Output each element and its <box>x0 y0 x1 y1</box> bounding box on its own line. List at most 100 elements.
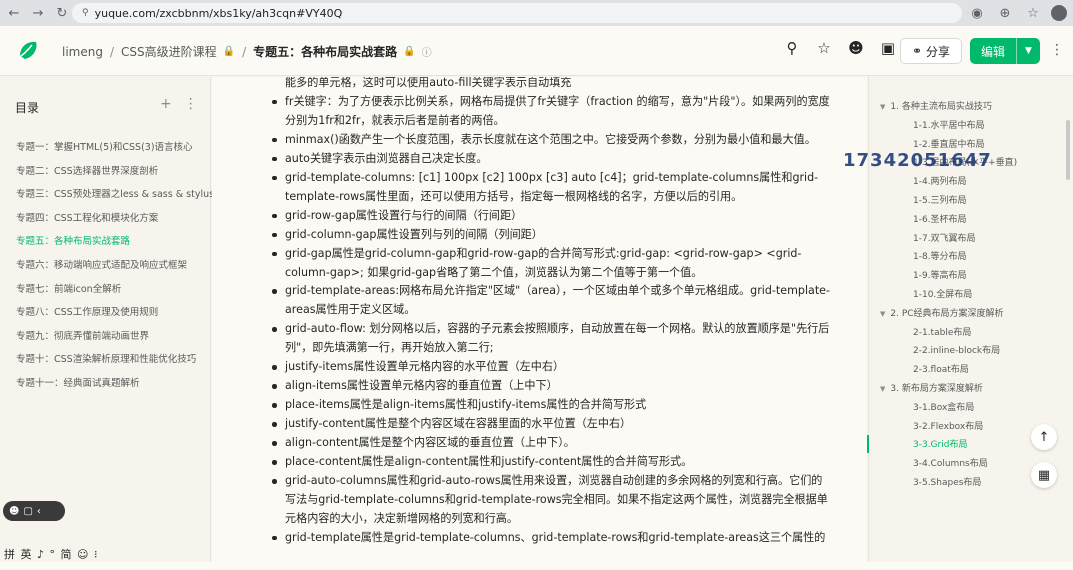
breadcrumb-separator: / <box>109 44 115 59</box>
collapse-chevron-icon[interactable]: ‹ <box>37 506 41 517</box>
toc-item[interactable]: 3-4.Columns布局 <box>880 457 1017 476</box>
list-item: grid-template-areas:网格布局允许指定"区域"（area），一… <box>270 282 830 320</box>
breadcrumb-user[interactable]: limeng <box>62 45 103 59</box>
list-item: grid-template属性是grid-template-columns、gr… <box>270 529 830 548</box>
caret-down-icon[interactable]: ▼ <box>880 310 885 318</box>
star-icon[interactable]: ☆ <box>814 39 834 57</box>
toc-section[interactable]: ▼ 2. PC经典布局方案深度解析 <box>880 307 1017 326</box>
list-item: align-content属性是整个内容区域的垂直位置（上中下）。 <box>270 434 830 453</box>
present-icon[interactable]: ▣ <box>878 39 898 57</box>
bookmark-star-icon[interactable]: ☆ <box>1023 3 1043 23</box>
forward-icon[interactable]: → <box>28 3 48 23</box>
caret-down-icon[interactable]: ▼ <box>880 385 885 393</box>
toc-item[interactable]: 2-2.inline-block布局 <box>880 344 1017 363</box>
sidebar-item-active[interactable]: 专题五：各种布局实战套路 <box>16 233 214 257</box>
sidebar-item[interactable]: 专题八：CSS工作原理及使用规则 <box>16 304 214 328</box>
info-icon[interactable]: ⓘ <box>422 44 432 59</box>
document-content: 能多的单元格，这时可以使用auto-fill关键字表示自动填充 fr关键字：为了… <box>270 77 830 548</box>
zoom-icon[interactable]: ⊕ <box>995 3 1015 23</box>
breadcrumb-current-doc: 专题五：各种布局实战套路 <box>253 45 398 59</box>
toc-item[interactable]: 1-9.等高布局 <box>880 269 1017 288</box>
back-icon[interactable]: ← <box>4 3 24 23</box>
list-item: align-items属性设置单元格内容的垂直位置（上中下） <box>270 377 830 396</box>
toc-item[interactable]: 3-1.Box盒布局 <box>880 401 1017 420</box>
lock-icon: 🔒 <box>403 46 416 57</box>
share-button[interactable]: ⚭ 分享 <box>900 38 962 64</box>
sidebar-list: 专题一：掌握HTML(5)和CSS(3)语言核心 专题二：CSS选择器世界深度剖… <box>16 139 214 399</box>
toc-item-active[interactable]: 3-3.Grid布局 <box>880 438 1017 457</box>
reload-icon[interactable]: ↻ <box>52 3 72 23</box>
sidebar-item[interactable]: 专题四：CSS工程化和模块化方案 <box>16 210 214 234</box>
share-label: 分享 <box>926 44 951 59</box>
sidebar-item[interactable]: 专题九：彻底弄懂前端动画世界 <box>16 328 214 352</box>
sidebar-item[interactable]: 专题六：移动端响应式适配及响应式框架 <box>16 257 214 281</box>
sidebar-item[interactable]: 专题三：CSS预处理器之less & sass & stylus <box>16 186 214 210</box>
collaborator-icon[interactable]: ☻ <box>846 39 866 57</box>
list-item: place-content属性是align-content属性和justify-… <box>270 453 830 472</box>
search-icon[interactable]: ⚲ <box>782 39 802 57</box>
sidebar-item[interactable]: 专题十一：经典面试真题解析 <box>16 375 214 399</box>
list-item: auto关键字表示由浏览器自己决定长度。 <box>270 150 830 169</box>
bottom-strip <box>0 562 1073 570</box>
toc-item[interactable]: 3-5.Shapes布局 <box>880 476 1017 495</box>
url-text: yuque.com/zxcbbnm/xbs1ky/ah3cqn#VY40Q <box>94 6 343 20</box>
edit-button[interactable]: 编辑 ▼ <box>970 38 1040 64</box>
chevron-down-icon[interactable]: ▼ <box>1016 38 1040 64</box>
breadcrumb: limeng / CSS高级进阶课程 🔒 / 专题五：各种布局实战套路 🔒 ⓘ <box>62 43 432 60</box>
toc-item[interactable]: 1-4.两列布局 <box>880 175 1017 194</box>
yuque-logo-icon[interactable] <box>14 36 42 64</box>
sidebar-tools: + ⋮ <box>160 96 198 112</box>
list-item: fr关键字：为了方便表示比例关系，网格布局提供了fr关键字（fraction 的… <box>270 93 830 131</box>
toc-item[interactable]: 1-8.等分布局 <box>880 250 1017 269</box>
app-header: limeng / CSS高级进阶课程 🔒 / 专题五：各种布局实战套路 🔒 ⓘ … <box>0 26 1073 76</box>
toc-active-indicator <box>867 435 869 453</box>
toc-section-label: 3. 新布局方案深度解析 <box>890 383 983 394</box>
sidebar: 目录 + ⋮ 专题一：掌握HTML(5)和CSS(3)语言核心 专题二：CSS选… <box>0 77 214 570</box>
back-to-top-icon[interactable]: ↑ <box>1031 424 1057 450</box>
profile-avatar[interactable] <box>1051 5 1067 21</box>
list-item: minmax()函数产生一个长度范围，表示长度就在这个范围之中。它接受两个参数，… <box>270 131 830 150</box>
emoji-icon[interactable]: ☻ <box>9 506 19 517</box>
toc-item[interactable]: 1-6.圣杯布局 <box>880 213 1017 232</box>
lock-icon: ⚲ <box>82 8 89 18</box>
list-item: place-items属性是align-items属性和justify-item… <box>270 396 830 415</box>
header-tools: ⚲ ☆ ☻ ▣ <box>782 39 898 57</box>
toc-item[interactable]: 2-3.float布局 <box>880 363 1017 382</box>
qr-code-icon[interactable]: ▦ <box>1031 462 1057 488</box>
more-vertical-icon[interactable]: ⋮ <box>1050 42 1064 58</box>
list-item: justify-content属性是整个内容区域在容器里面的水平位置（左中右） <box>270 415 830 434</box>
list-item: grid-auto-columns属性和grid-auto-rows属性用来设置… <box>270 472 830 529</box>
sidebar-item[interactable]: 专题一：掌握HTML(5)和CSS(3)语言核心 <box>16 139 214 163</box>
extension-icon[interactable]: ◉ <box>967 3 987 23</box>
list-item: grid-column-gap属性设置列与列的间隔（列间距） <box>270 226 830 245</box>
sidebar-item[interactable]: 专题七：前端icon全解析 <box>16 281 214 305</box>
address-bar[interactable]: ⚲ yuque.com/zxcbbnm/xbs1ky/ah3cqn#VY40Q <box>72 3 962 23</box>
breadcrumb-book[interactable]: CSS高级进阶课程 <box>121 43 217 60</box>
paragraph-continuation: 能多的单元格，这时可以使用auto-fill关键字表示自动填充 <box>285 77 572 89</box>
floating-toolbar: ☻ ▢ ‹ <box>3 501 65 521</box>
list-item: grid-gap属性是grid-column-gap和grid-row-gap的… <box>270 245 830 283</box>
toc-section[interactable]: ▼ 3. 新布局方案深度解析 <box>880 382 1017 401</box>
list-item: grid-row-gap属性设置行与行的间隔（行间距） <box>270 207 830 226</box>
toc-item[interactable]: 2-1.table布局 <box>880 326 1017 345</box>
more-icon[interactable]: ⋮ <box>184 96 198 112</box>
caret-down-icon[interactable]: ▼ <box>880 103 885 111</box>
sidebar-item[interactable]: 专题二：CSS选择器世界深度剖析 <box>16 163 214 187</box>
toc-section[interactable]: ▼ 1. 各种主流布局实战技巧 <box>880 100 1017 119</box>
breadcrumb-separator: / <box>242 44 247 59</box>
toc-item[interactable]: 1-10.全屏布局 <box>880 288 1017 307</box>
bullet-list: fr关键字：为了方便表示比例关系，网格布局提供了fr关键字（fraction 的… <box>270 93 830 548</box>
toc-item[interactable]: 1-5.三列布局 <box>880 194 1017 213</box>
list-item: justify-items属性设置单元格内容的水平位置（左中右） <box>270 358 830 377</box>
edit-label: 编辑 <box>980 44 1005 59</box>
toc-item[interactable]: 1-1.水平居中布局 <box>880 119 1017 138</box>
watermark-text: 17342051647 <box>843 150 992 171</box>
toc-item[interactable]: 3-2.Flexbox布局 <box>880 420 1017 439</box>
sidebar-item[interactable]: 专题十：CSS渲染解析原理和性能优化技巧 <box>16 351 214 375</box>
add-icon[interactable]: + <box>160 96 172 112</box>
scrollbar-thumb[interactable] <box>1066 120 1070 180</box>
toc-section-label: 2. PC经典布局方案深度解析 <box>890 308 1004 319</box>
comment-icon[interactable]: ▢ <box>23 506 32 517</box>
browser-toolbar: ← → ↻ ⚲ yuque.com/zxcbbnm/xbs1ky/ah3cqn#… <box>0 0 1073 26</box>
toc-item[interactable]: 1-7.双飞翼布局 <box>880 232 1017 251</box>
